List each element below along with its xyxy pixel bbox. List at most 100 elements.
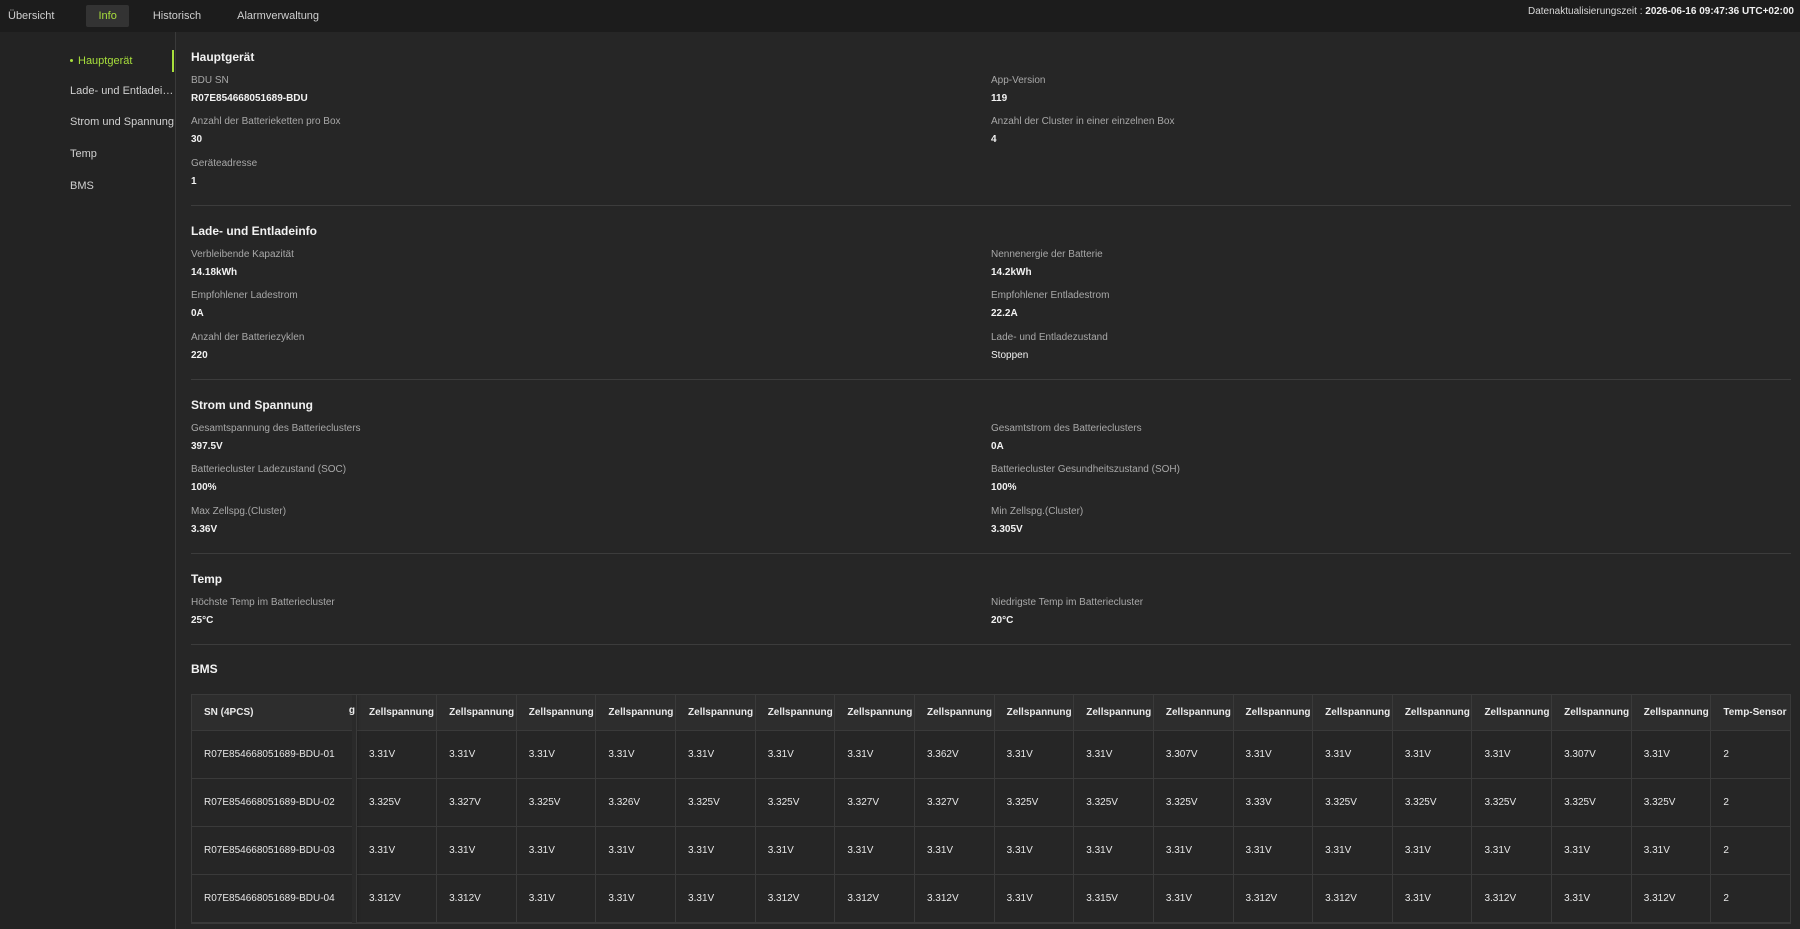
- field-label: BDU SN: [191, 75, 229, 86]
- cell-voltage-header: Zellspannung: [1471, 695, 1553, 731]
- table-cell: 3.325V: [994, 778, 1075, 827]
- table-cell: 3.325V: [1153, 778, 1234, 827]
- tab-alarm-management[interactable]: Alarmverwaltung: [225, 5, 331, 27]
- section-title-bms: BMS: [191, 662, 218, 676]
- table-cell: 3.31V: [516, 874, 597, 923]
- table-cell: 3.31V: [994, 874, 1075, 923]
- field-value-battery-chains: 30: [191, 134, 203, 145]
- cell-voltage-header: Zellspannung: [994, 695, 1075, 731]
- table-cell: 3.325V: [1312, 778, 1393, 827]
- field-label: Empfohlener Entladestrom: [991, 290, 1110, 301]
- table-cell: 3.31V: [675, 730, 756, 779]
- cell-voltage-header: Zellspannung: [1233, 695, 1314, 731]
- field-label: Batteriecluster Gesundheitszustand (SOH): [991, 464, 1180, 475]
- table-cell: 3.312V: [357, 874, 438, 923]
- section-title-temp: Temp: [191, 572, 223, 586]
- table-cell: 3.325V: [755, 778, 836, 827]
- table-cell: 3.31V: [1471, 826, 1553, 875]
- table-cell: 2: [1710, 826, 1791, 875]
- sn-header: SN (4PCS): [192, 695, 352, 731]
- table-cell: 3.31V: [1312, 730, 1393, 779]
- bms-sn-column: SN (4PCS) R07E854668051689-BDU-01 R07E85…: [192, 695, 352, 923]
- table-cell: 3.31V: [436, 730, 517, 779]
- sn-cell: R07E854668051689-BDU-02: [192, 778, 352, 827]
- field-value-min-cell-voltage: 3.305V: [991, 524, 1023, 535]
- table-cell: 3.307V: [1153, 730, 1234, 779]
- table-row: R07E854668051689-BDU-03: [192, 826, 352, 875]
- sidebar-item-temp[interactable]: Temp: [70, 143, 174, 165]
- table-cell: 3.31V: [357, 730, 438, 779]
- table-row: 3.312V 3.312V 3.31V 3.31V 3.31V 3.312V 3.312V 3…: [357, 874, 1791, 923]
- field-value-charge-current: 0A: [191, 308, 204, 319]
- table-cell: 3.31V: [1073, 730, 1154, 779]
- table-cell: 3.31V: [994, 730, 1075, 779]
- field-value-clusters: 4: [991, 134, 997, 145]
- table-cell: 3.307V: [1551, 730, 1632, 779]
- table-cell: 3.312V: [755, 874, 836, 923]
- table-cell: 2: [1710, 778, 1791, 827]
- table-row: 3.325V 3.327V 3.325V 3.326V 3.325V 3.325V 3.32…: [357, 778, 1791, 827]
- tab-history[interactable]: Historisch: [141, 5, 213, 27]
- update-time-value: 2026-06-16 09:47:36 UTC+02:00: [1645, 6, 1794, 17]
- table-cell: 3.31V: [436, 826, 517, 875]
- table-cell: 3.325V: [1392, 778, 1473, 827]
- tab-info[interactable]: Info: [86, 5, 129, 27]
- table-cell: 3.31V: [1153, 826, 1234, 875]
- scroll-shadow-column: g: [349, 695, 357, 923]
- field-label: Niedrigste Temp im Batteriecluster: [991, 597, 1144, 608]
- field-value-total-voltage: 397.5V: [191, 441, 223, 452]
- field-label: Anzahl der Cluster in einer einzelnen Bo…: [991, 116, 1175, 127]
- sidebar-item-charge-info[interactable]: Lade- und Entladeinfo: [70, 80, 174, 102]
- field-label: Anzahl der Batteriezyklen: [191, 332, 305, 343]
- sn-cell: R07E854668051689-BDU-01: [192, 730, 352, 779]
- table-cell: 3.31V: [834, 730, 915, 779]
- table-cell: 3.31V: [595, 826, 677, 875]
- section-title-power: Strom und Spannung: [191, 398, 313, 412]
- field-value-app-version: 119: [991, 93, 1008, 104]
- field-value-discharge-current: 22.2A: [991, 308, 1018, 319]
- field-value-soh: 100%: [991, 482, 1017, 493]
- table-cell: 3.325V: [357, 778, 438, 827]
- table-cell: 3.312V: [914, 874, 995, 923]
- table-row: 3.31V 3.31V 3.31V 3.31V 3.31V 3.31V 3.31V 3.362…: [357, 730, 1791, 779]
- table-cell: 3.31V: [834, 826, 915, 875]
- section-title-charge-info: Lade- und Entladeinfo: [191, 224, 317, 238]
- field-label: Min Zellspg.(Cluster): [991, 506, 1084, 517]
- tab-overview[interactable]: Übersicht: [0, 5, 66, 27]
- table-cell: 2: [1710, 730, 1791, 779]
- table-cell: 3.31V: [1153, 874, 1234, 923]
- table-cell: 3.31V: [755, 730, 836, 779]
- table-cell: 3.312V: [1233, 874, 1314, 923]
- table-cell: 3.312V: [1631, 874, 1712, 923]
- cell-voltage-header: Zellspannung: [1392, 695, 1473, 731]
- data-update-time: Datenaktualisierungszeit : 2026-06-16 09…: [1528, 0, 1794, 24]
- table-row: R07E854668051689-BDU-02: [192, 778, 352, 827]
- table-cell: 3.312V: [1312, 874, 1393, 923]
- table-cell: 3.31V: [1073, 826, 1154, 875]
- sidebar-item-bms[interactable]: BMS: [70, 175, 174, 197]
- field-label: Geräteadresse: [191, 158, 258, 169]
- cell-voltage-header: Zellspannung: [834, 695, 915, 731]
- bms-table[interactable]: SN (4PCS) R07E854668051689-BDU-01 R07E85…: [191, 694, 1791, 924]
- sidebar-item-power[interactable]: Strom und Spannung: [70, 111, 174, 133]
- cell-voltage-header: Zellspannung: [1312, 695, 1393, 731]
- table-cell: 3.325V: [675, 778, 756, 827]
- table-cell: 3.31V: [1471, 730, 1553, 779]
- field-label: Batteriecluster Ladezustand (SOC): [191, 464, 347, 475]
- field-label: Lade- und Entladezustand: [991, 332, 1108, 343]
- cell-voltage-header: Zellspannung: [436, 695, 517, 731]
- table-cell: 3.31V: [1631, 826, 1712, 875]
- table-cell: 3.312V: [436, 874, 517, 923]
- field-value-soc: 100%: [191, 482, 217, 493]
- field-value-max-cell-voltage: 3.36V: [191, 524, 218, 535]
- active-dot-icon: [70, 58, 73, 62]
- cell-voltage-header: Zellspannung: [914, 695, 995, 731]
- section-sidebar: Hauptgerät Lade- und Entladeinfo Strom u…: [0, 32, 176, 929]
- table-cell: 3.325V: [1551, 778, 1632, 827]
- table-cell: 3.312V: [834, 874, 915, 923]
- table-cell: 3.31V: [675, 874, 756, 923]
- sidebar-item-main-device[interactable]: Hauptgerät: [70, 50, 174, 72]
- table-cell: 3.326V: [595, 778, 677, 827]
- top-tab-bar: Übersicht Info Historisch Alarmverwaltun…: [0, 0, 1800, 32]
- field-label: Nennenergie der Batterie: [991, 249, 1103, 260]
